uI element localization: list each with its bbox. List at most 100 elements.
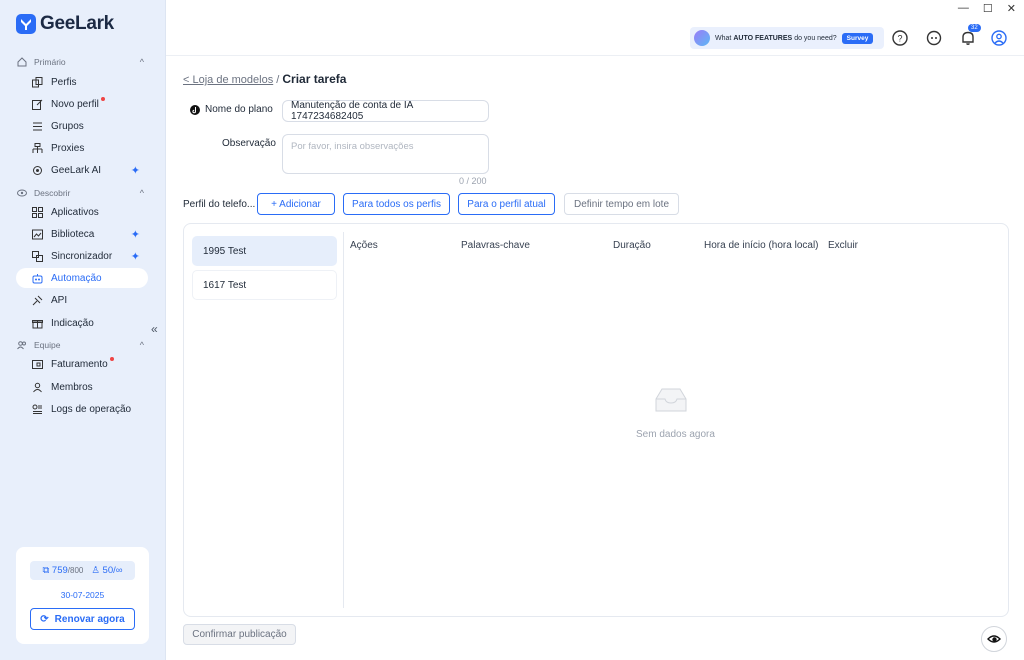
section-label: Descobrir [34, 188, 71, 198]
chevron-up-icon: ^ [139, 57, 144, 67]
confirm-publish-button[interactable]: Confirmar publicação [183, 624, 296, 645]
plan-name-label-text: Nome do plano [205, 104, 273, 115]
new-indicator-dot [100, 97, 105, 101]
user-icon [30, 380, 44, 394]
sidebar-item-perfis[interactable]: Perfis [16, 72, 148, 92]
section-label: Equipe [34, 340, 61, 350]
apply-current-profile-button[interactable]: Para o perfil atual [458, 193, 555, 215]
chevron-up-icon: ^ [139, 340, 144, 350]
network-icon [30, 141, 44, 155]
support-agent-icon[interactable] [925, 29, 943, 47]
account-avatar-icon[interactable] [990, 29, 1008, 47]
maximize-icon[interactable]: ☐ [983, 2, 993, 15]
sidebar-item-label: Sincronizador [51, 250, 113, 262]
sidebar-item-indicacao[interactable]: Indicação [16, 313, 148, 333]
sidebar-item-label: Indicação [51, 317, 94, 329]
sidebar-item-label: Logs de operação [51, 403, 132, 415]
add-button[interactable]: + Adicionar [257, 193, 335, 215]
batch-time-button[interactable]: Definir tempo em lote [564, 193, 679, 215]
plan-name-label: Nome do plano [190, 104, 273, 115]
section-primario[interactable]: Primário ^ [16, 57, 144, 67]
sidebar: GeeLark Primário ^ Perfis Novo perfil Gr… [0, 0, 166, 660]
renew-label: Renovar agora [54, 613, 125, 625]
sidebar-item-sincronizador[interactable]: Sincronizador ✦ [16, 246, 148, 266]
sync-icon [30, 249, 44, 263]
plan-usage: ⧉ 759/800 ♙ 50/∞ [30, 561, 135, 580]
ai-tag-icon: ✦ [130, 228, 140, 241]
discover-icon [16, 188, 28, 198]
sidebar-item-label: Perfis [51, 76, 77, 88]
app-logo[interactable]: GeeLark [16, 13, 114, 35]
sidebar-item-faturamento[interactable]: Faturamento [16, 354, 148, 374]
sidebar-item-membros[interactable]: Membros [16, 377, 148, 397]
breadcrumb-back-link[interactable]: < Loja de modelos [183, 74, 273, 86]
empty-inbox-icon [654, 387, 688, 416]
profiles-usage: ⧉ 759/800 [42, 565, 83, 576]
sidebar-item-novo-perfil[interactable]: Novo perfil [16, 94, 148, 114]
profiles-icon: ⧉ [42, 565, 50, 576]
tiktok-icon [190, 104, 200, 115]
notifications-bell-icon[interactable]: 32 [959, 24, 981, 47]
apply-all-profiles-button[interactable]: Para todos os perfis [343, 193, 450, 215]
sidebar-item-geelark-ai[interactable]: GeeLark AI ✦ [16, 160, 148, 180]
home-icon [16, 57, 28, 67]
refresh-icon: ⟳ [40, 613, 49, 625]
library-icon [30, 227, 44, 241]
top-bar: — ☐ ✕ What AUTO FEATURES do you need? Su… [166, 0, 1024, 56]
survey-prefix: What [715, 34, 732, 42]
sidebar-item-label: Biblioteca [51, 228, 95, 240]
profiles-icon [30, 75, 44, 89]
empty-state-text: Sem dados agora [636, 429, 715, 440]
breadcrumb: < Loja de modelos / Criar tarefa [183, 72, 346, 86]
sidebar-item-automacao[interactable]: Automação [16, 268, 148, 288]
apps-icon [30, 205, 44, 219]
gift-icon [30, 316, 44, 330]
section-equipe[interactable]: Equipe ^ [16, 340, 144, 350]
profile-list-item[interactable]: 1995 Test [192, 236, 337, 266]
survey-suffix: do you need? [794, 34, 837, 42]
sidebar-item-proxies[interactable]: Proxies [16, 138, 148, 158]
chat-bubble-icon [694, 30, 710, 46]
note-textarea[interactable]: Por favor, insira observações [282, 134, 489, 174]
list-icon [30, 119, 44, 133]
help-icon[interactable]: ? [891, 29, 909, 47]
window-controls: — ☐ ✕ [958, 2, 1016, 15]
profiles-used: 759 [51, 565, 68, 576]
plan-card: ⧉ 759/800 ♙ 50/∞ 30-07-2025 ⟳ Renovar ag… [16, 547, 149, 644]
column-header-delete: Excluir [828, 240, 859, 251]
svg-text:?: ? [897, 34, 902, 44]
section-label: Primário [34, 57, 66, 67]
minimize-icon[interactable]: — [958, 2, 969, 15]
sidebar-item-label: API [51, 294, 68, 306]
section-descobrir[interactable]: Descobrir ^ [16, 188, 144, 198]
sidebar-item-biblioteca[interactable]: Biblioteca ✦ [16, 224, 148, 244]
profile-list-item[interactable]: 1617 Test [192, 270, 337, 300]
note-char-counter: 0 / 200 [459, 176, 487, 186]
sidebar-item-grupos[interactable]: Grupos [16, 116, 148, 136]
close-icon[interactable]: ✕ [1007, 2, 1016, 15]
sidebar-item-label: Proxies [51, 142, 85, 154]
sidebar-item-label: Grupos [51, 120, 84, 132]
logs-icon [30, 402, 44, 416]
survey-banner[interactable]: What AUTO FEATURES do you need? Survey [690, 27, 884, 49]
user-icon: ♙ [91, 565, 100, 576]
assistant-eye-icon[interactable] [981, 626, 1007, 652]
geelark-ai-tag-icon: ✦ [130, 164, 140, 177]
sidebar-item-aplicativos[interactable]: Aplicativos [16, 202, 148, 222]
profiles-total: /800 [67, 566, 84, 575]
sidebar-item-label: Novo perfil [51, 98, 99, 110]
edit-icon [30, 97, 44, 111]
collapse-sidebar-icon[interactable]: « [151, 322, 158, 336]
divider [343, 232, 344, 608]
chevron-up-icon: ^ [139, 188, 144, 198]
survey-button[interactable]: Survey [841, 32, 874, 44]
notifications-count: 32 [968, 24, 981, 32]
sidebar-item-api[interactable]: API [16, 290, 148, 310]
plan-name-input[interactable]: Manutenção de conta de IA 1747234682405 [282, 100, 489, 122]
task-panel: 1995 Test 1617 Test Ações Palavras-chave… [183, 223, 1009, 617]
survey-bold: AUTO FEATURES [733, 34, 793, 42]
members-usage: ♙ 50/∞ [91, 565, 122, 576]
renew-button[interactable]: ⟳ Renovar agora [30, 608, 135, 630]
profile-list: 1995 Test 1617 Test [192, 236, 337, 304]
sidebar-item-logs[interactable]: Logs de operação [16, 399, 148, 419]
